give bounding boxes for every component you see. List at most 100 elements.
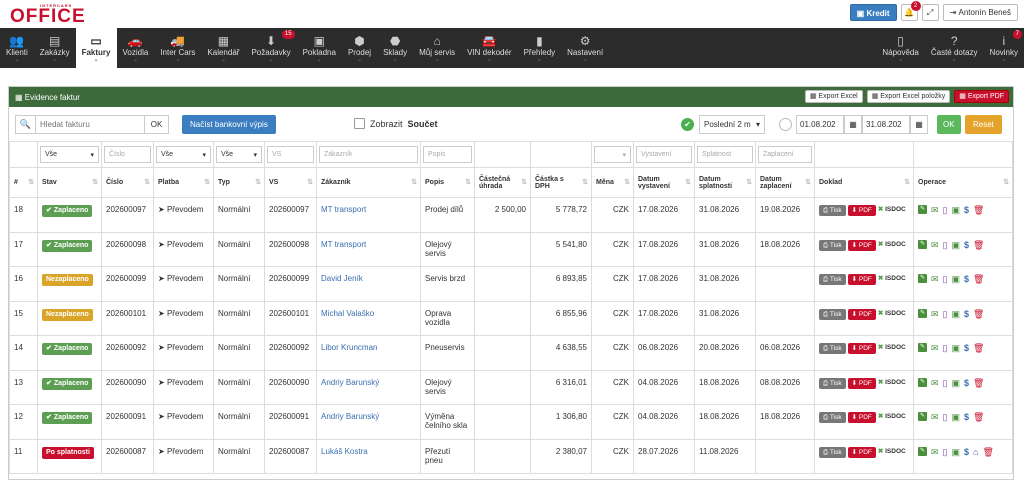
fullscreen-button[interactable]: ⤢ xyxy=(921,4,939,21)
edit-icon[interactable]: ✎ xyxy=(918,205,927,214)
phone-icon[interactable]: ▯ xyxy=(943,309,948,320)
dollar-icon[interactable]: $ xyxy=(964,240,969,251)
mail-icon[interactable]: ✉ xyxy=(931,447,939,458)
status-badge[interactable]: ✔ Zaplaceno xyxy=(42,239,93,252)
type-filter[interactable]: Vše ▾ xyxy=(216,146,262,163)
mail-icon[interactable]: ✉ xyxy=(931,378,939,389)
number-filter[interactable]: Číslo xyxy=(104,146,151,163)
dollar-icon[interactable]: $ xyxy=(964,274,969,285)
col-amount[interactable]: Částka s DPH ⇅ xyxy=(530,167,592,198)
col-description[interactable]: Popis ⇅ xyxy=(420,167,475,198)
trash-icon[interactable]: 🗑 xyxy=(973,309,984,320)
dollar-icon[interactable]: $ xyxy=(964,412,969,423)
col-currency[interactable]: Měna ⇅ xyxy=(591,167,634,198)
mail-icon[interactable]: ✉ xyxy=(931,240,939,251)
print-button[interactable]: ⎙ Tisk xyxy=(819,239,846,251)
edit-icon[interactable]: ✎ xyxy=(918,274,927,283)
trash-icon[interactable]: 🗑 xyxy=(973,205,984,216)
col-partial[interactable]: Částečná úhrada ⇅ xyxy=(474,167,531,198)
edit-icon[interactable]: ✎ xyxy=(918,412,927,421)
period-radio-checked-icon[interactable]: ✔ xyxy=(681,118,694,131)
status-badge[interactable]: ✔ Zaplaceno xyxy=(42,205,93,217)
col-vs[interactable]: VS ⇅ xyxy=(264,167,317,198)
table-row[interactable]: 14 ✔ Zaplaceno 202600092 ➤ Převodem Normální… xyxy=(9,335,1013,371)
user-button[interactable]: ⇥ Antonín Beneš xyxy=(942,4,1018,21)
table-row[interactable]: 11 Po splatnosti 202600087 ➤ Převodem Normál… xyxy=(9,438,1013,474)
nav-item-2[interactable]: ▭ Faktury ⌄ xyxy=(75,28,117,68)
calendar-icon[interactable]: ▦ xyxy=(910,115,928,134)
phone-icon[interactable]: ▯ xyxy=(943,205,948,216)
cash-icon[interactable]: ▣ xyxy=(952,240,961,251)
date-from-input[interactable]: 01.08.202 xyxy=(796,115,844,134)
customer-link[interactable]: Lukáš Kostra xyxy=(321,447,368,456)
reset-button[interactable]: Reset xyxy=(965,115,1002,134)
date-to-input[interactable]: 31.08.202 xyxy=(862,115,910,134)
paid-date-filter[interactable]: Zaplacení xyxy=(758,146,812,163)
mail-icon[interactable]: ✉ xyxy=(931,412,939,423)
isdoc-button[interactable]: ✖ ISDOC xyxy=(878,447,906,458)
load-bank-statement-button[interactable]: Načíst bankovní výpis xyxy=(182,115,276,134)
mail-icon[interactable]: ✉ xyxy=(931,274,939,285)
nav-item-4[interactable]: 🚚 Inter Cars ⌄ xyxy=(154,28,201,68)
phone-icon[interactable]: ▯ xyxy=(943,274,948,285)
table-row[interactable]: 17 ✔ Zaplaceno 202600098 ➤ Převodem Normální… xyxy=(9,231,1013,267)
pdf-button[interactable]: ⬇ PDF xyxy=(847,343,876,354)
mail-icon[interactable]: ✉ xyxy=(931,205,939,216)
status-filter[interactable]: Vše ▾ xyxy=(40,146,99,163)
nav-item-12[interactable]: ▮ Přehledy ⌄ xyxy=(518,28,562,68)
notifications-button[interactable]: 🔔 2 xyxy=(900,1,921,21)
dollar-icon[interactable]: $ xyxy=(964,309,969,320)
col-id[interactable]: # ⇅ xyxy=(9,167,38,198)
edit-icon[interactable]: ✎ xyxy=(918,343,927,352)
table-row[interactable]: 13 ✔ Zaplaceno 202600090 ➤ Převodem Normální… xyxy=(9,369,1013,405)
col-due-date[interactable]: Datum splatnosti ⇅ xyxy=(694,167,756,198)
col-paid-date[interactable]: Datum zaplacení ⇅ xyxy=(755,167,815,198)
search-input[interactable] xyxy=(35,115,145,134)
nav-item-5[interactable]: ▦ Kalendář ⌄ xyxy=(201,28,245,68)
phone-icon[interactable]: ▯ xyxy=(943,378,948,389)
cash-icon[interactable]: ▣ xyxy=(952,447,961,458)
cash-icon[interactable]: ▣ xyxy=(952,205,961,216)
print-button[interactable]: ⎙ Tisk xyxy=(819,377,846,389)
nav-item-7[interactable]: ▣ Pokladna ⌄ xyxy=(297,28,342,68)
print-button[interactable]: ⎙ Tisk xyxy=(819,308,846,320)
print-button[interactable]: ⎙ Tisk xyxy=(819,343,846,354)
bank-icon[interactable]: ⌂ xyxy=(973,447,978,458)
nav-item-10[interactable]: ⌂ Můj servis ⌄ xyxy=(413,28,461,68)
description-filter[interactable]: Popis xyxy=(423,146,472,163)
nav-item-9[interactable]: ⬣ Sklady ⌄ xyxy=(377,28,413,68)
print-button[interactable]: ⎙ Tisk xyxy=(819,412,846,423)
customer-link[interactable]: Michal Valaško xyxy=(321,309,374,318)
edit-icon[interactable]: ✎ xyxy=(918,446,927,456)
cash-icon[interactable]: ▣ xyxy=(952,343,961,354)
edit-icon[interactable]: ✎ xyxy=(918,308,927,318)
due-date-filter[interactable]: Splatnost xyxy=(697,146,753,163)
pdf-button[interactable]: ⬇ PDF xyxy=(847,412,876,423)
sum-checkbox[interactable] xyxy=(354,118,365,129)
mail-icon[interactable]: ✉ xyxy=(931,343,939,354)
dollar-icon[interactable]: $ xyxy=(964,447,969,458)
calendar-icon[interactable]: ▦ xyxy=(844,115,862,134)
isdoc-button[interactable]: ✖ ISDOC xyxy=(878,205,906,216)
status-badge[interactable]: ✔ Zaplaceno xyxy=(42,377,93,390)
customer-link[interactable]: Andriy Barunský xyxy=(321,378,379,387)
export-pdf-button[interactable]: ▦ Export PDF xyxy=(954,90,1009,103)
table-row[interactable]: 18 ✔ Zaplaceno 202600097 ➤ Převodem Normální… xyxy=(9,197,1013,233)
isdoc-button[interactable]: ✖ ISDOC xyxy=(878,343,906,354)
trash-icon[interactable]: 🗑 xyxy=(973,240,984,251)
cash-icon[interactable]: ▣ xyxy=(952,274,961,285)
pdf-button[interactable]: ⬇ PDF xyxy=(847,205,876,216)
isdoc-button[interactable]: ✖ ISDOC xyxy=(878,274,906,285)
period-select[interactable]: Poslední 2 m ▾ xyxy=(699,115,765,134)
status-badge[interactable]: Nezaplaceno xyxy=(42,308,93,321)
nav-item-1[interactable]: ▤ Zakázky ⌄ xyxy=(34,28,76,68)
isdoc-button[interactable]: ✖ ISDOC xyxy=(878,378,906,389)
date-ok-button[interactable]: OK xyxy=(937,115,961,134)
customer-link[interactable]: Libor Kruncman xyxy=(321,343,377,352)
nav-item-13[interactable]: ⚙ Nastavení ⌄ xyxy=(561,28,609,68)
table-row[interactable]: 15 Nezaplaceno 202600101 ➤ Převodem Normální… xyxy=(9,300,1013,336)
pdf-button[interactable]: ⬇ PDF xyxy=(847,274,876,285)
customer-link[interactable]: MT transport xyxy=(321,240,366,249)
col-document[interactable]: Doklad ⇅ xyxy=(814,167,914,198)
nav-right-item-0[interactable]: ▯ Nápověda ⌄ xyxy=(876,28,924,68)
